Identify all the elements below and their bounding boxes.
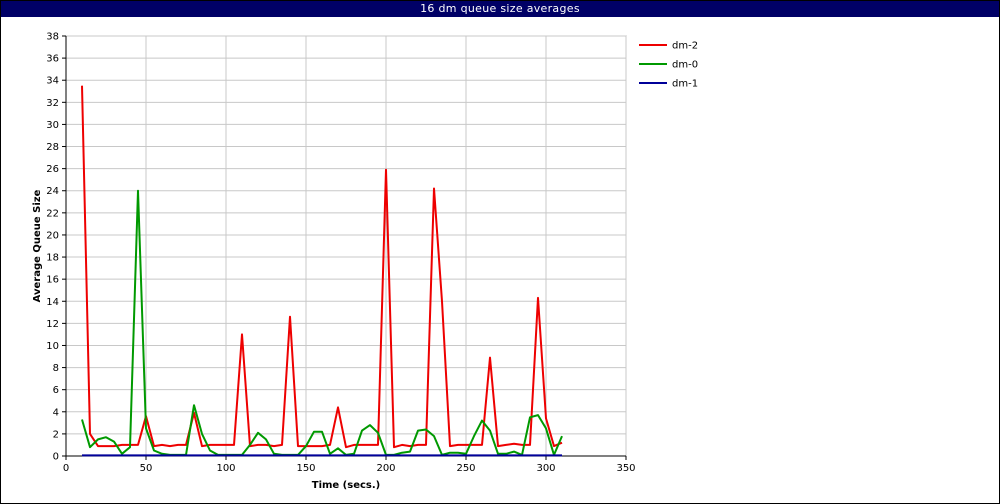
chart-frame: 16 dm queue size averages 0 2 4 6 8 10 12 14 16 1… [0, 0, 1000, 504]
y-tick-label: 32 [46, 98, 59, 109]
y-tick-label: 16 [46, 275, 59, 286]
x-tick-label: 300 [536, 463, 555, 474]
y-tick-label: 20 [46, 230, 59, 241]
y-tick-label: 24 [46, 186, 59, 197]
x-tick-label: 50 [140, 463, 153, 474]
y-tick-label: 12 [46, 319, 59, 330]
y-axis-title: Average Queue Size [32, 189, 43, 302]
y-tick-label: 22 [46, 208, 59, 219]
x-axis-ticks: 0 50 100 150 200 250 300 350 [63, 455, 636, 474]
y-tick-label: 30 [46, 120, 59, 131]
y-tick-label: 18 [46, 253, 59, 264]
legend-label-dm-2: dm-2 [672, 41, 698, 52]
y-tick-label: 38 [46, 32, 59, 43]
y-tick-label: 34 [46, 76, 59, 87]
y-tick-label: 36 [46, 54, 59, 65]
legend: dm-2 dm-0 dm-1 [639, 41, 698, 90]
x-tick-label: 150 [296, 463, 315, 474]
plot-area [65, 35, 627, 457]
y-tick-label: 2 [53, 429, 59, 440]
x-tick-label: 100 [216, 463, 235, 474]
y-axis-ticks: 02468101214161820222426283032343638 [46, 32, 67, 463]
x-tick-label: 0 [63, 463, 69, 474]
y-tick-label: 26 [46, 164, 59, 175]
x-axis-title: Time (secs.) [312, 480, 381, 491]
y-tick-label: 0 [53, 452, 59, 463]
legend-label-dm-0: dm-0 [672, 60, 698, 71]
y-tick-label: 4 [53, 407, 59, 418]
y-tick-label: 6 [53, 385, 59, 396]
x-tick-label: 250 [456, 463, 475, 474]
chart-canvas: 02468101214161820222426283032343638 0 50 1… [32, 32, 698, 492]
legend-label-dm-1: dm-1 [672, 79, 698, 90]
y-tick-label: 10 [46, 341, 59, 352]
x-tick-label: 350 [616, 463, 635, 474]
y-tick-label: 8 [53, 363, 59, 374]
x-tick-label: 200 [376, 463, 395, 474]
y-tick-label: 28 [46, 142, 59, 153]
y-tick-label: 14 [46, 297, 59, 308]
